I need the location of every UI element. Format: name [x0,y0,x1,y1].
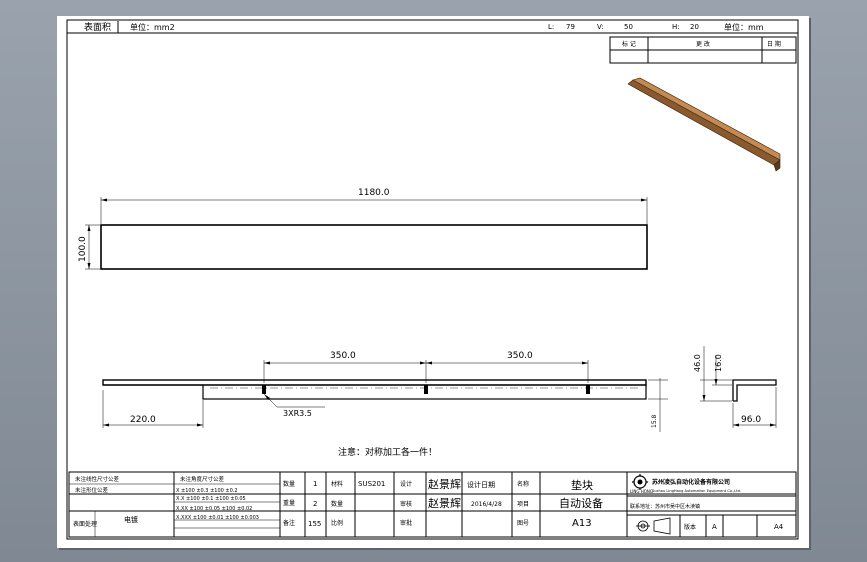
tb-surface-value: 电镀 [124,515,138,524]
tb-approve-label: 审批 [400,519,412,527]
tb-company-en: Suzhou LingHong Automation Equipment Co.… [652,489,741,493]
tb-version-label: 版本 [684,523,696,531]
v-label: V: [597,23,604,31]
tb-address: 联系地址：苏州市吴中区木渎镇 [630,503,700,510]
dim-height-16: 16.0 [714,354,723,372]
tb-form-tol: 未注形位公差 [75,486,109,494]
projection-symbol-icon [636,517,671,535]
tb-drawing-no: A13 [572,518,592,529]
dim-side-width: 96.0 [741,415,761,425]
dim-spacing-right: 350.0 [507,351,533,361]
tb-tol-row4: X.XXX ±100 ±0.01 ±100 ±0.003 [176,515,259,521]
v-value: 50 [624,23,633,31]
company-logo-icon [632,474,648,490]
revision-col-date: 日 期 [767,40,781,48]
tb-checker: 赵景辉 [428,496,461,510]
tb-design-date-label: 设计日期 [467,480,495,489]
dim-spacing-left: 350.0 [330,351,356,361]
tb-project-name: 自动设备 [559,496,603,510]
tb-size: A4 [774,523,784,531]
tb-design-date: 2016/4/28 [471,501,502,508]
revision-col-change: 更 改 [696,40,710,48]
tb-check-label: 审核 [400,500,412,508]
tb-tol-row2: X.X ±100 ±0.1 ±100 ±0.05 [176,496,246,502]
tb-weight-value: 2 [313,500,317,508]
unit-right: 单位：mm [724,22,764,32]
tb-drawing-no-label: 图号 [517,520,529,527]
dim-left-offset: 220.0 [130,415,156,425]
tb-design-label: 设计 [400,480,412,488]
tb-name-label: 名称 [517,480,529,488]
l-value: 79 [566,23,575,31]
tb-count-label: 数量 [331,500,343,508]
tb-tol-row3: X.XX ±100 ±0.05 ±100 ±0.02 [176,506,252,512]
tb-project-label: 项目 [517,501,529,508]
tb-company-cn: 苏州凌弘自动化设备有限公司 [652,478,730,486]
tb-part-name: 垫块 [571,478,593,492]
machining-note: 注意：对称加工各一件！ [338,446,437,458]
drawing-canvas: 表面积 单位：mm2 L: 79 V: 50 H: 20 单位：mm 标 记 更… [66,19,799,540]
front-view [102,360,668,432]
tb-material: SUS201 [358,480,385,488]
dim-height-46: 46.0 [693,354,702,372]
area-label: 表面积 [84,21,111,33]
tb-row-label-weight: 重量 [283,499,295,507]
h-value: 20 [690,23,699,31]
tb-angle-tol: 未注角度尺寸公差 [180,475,225,483]
isometric-view [627,77,781,172]
tb-row-label-qty: 数量 [283,480,295,488]
tb-remark-value: 155 [308,520,321,528]
logo-text: LING HONG [630,489,653,494]
tb-designer: 赵景辉 [428,477,461,491]
tb-tol-row1: X ±100 ±0.3 ±100 ±0.2 [176,488,238,494]
tb-linear-tol: 未注线性尺寸公差 [75,475,120,483]
tb-version: A [712,523,717,531]
h-label: H: [672,23,680,31]
tb-surface-label: 表面处理 [73,520,97,528]
l-label: L: [548,23,554,31]
tb-qty-value: 1 [313,480,317,488]
outer-frame [66,19,799,540]
revision-col-mark: 标 记 [622,40,636,48]
dim-height: 100.0 [78,236,88,262]
top-view [85,197,648,270]
unit-left: 单位：mm2 [130,22,175,32]
side-view [700,346,777,428]
tb-scale-label: 比例 [331,519,343,527]
hole-note: 3XR3.5 [283,409,312,418]
dim-thickness: 15.8 [651,414,658,428]
tb-material-label: 材料 [331,480,343,488]
tb-row-label-remark: 备注 [283,519,295,527]
dim-length: 1180.0 [358,188,390,198]
